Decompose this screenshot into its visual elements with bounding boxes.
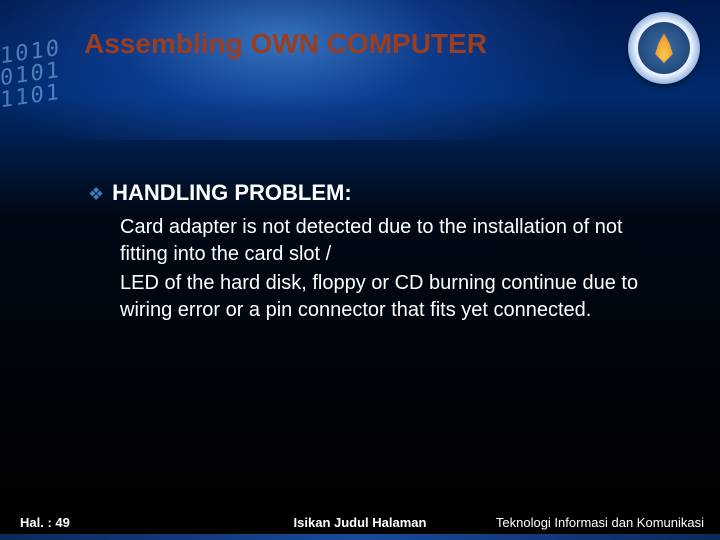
org-logo: [628, 12, 700, 84]
decorative-digits: 1010 0101 1101: [0, 34, 90, 137]
slide: 1010 0101 1101 Assembling OWN COMPUTER ❖…: [0, 0, 720, 540]
footer: Hal. : 49 Isikan Judul Halaman Teknologi…: [0, 506, 720, 540]
header-glow: [0, 0, 720, 140]
footer-right-text: Teknologi Informasi dan Komunikasi: [496, 515, 704, 530]
flame-icon: [653, 33, 675, 63]
bullet-row: ❖ HANDLING PROBLEM:: [88, 180, 670, 208]
body-paragraph-2: LED of the hard disk, floppy or CD burni…: [120, 270, 670, 324]
section-heading: HANDLING PROBLEM:: [112, 180, 352, 206]
slide-title: Assembling OWN COMPUTER: [84, 28, 487, 60]
footer-strip: [0, 534, 720, 540]
body-paragraph-1: Card adapter is not detected due to the …: [120, 214, 670, 268]
content-area: ❖ HANDLING PROBLEM: Card adapter is not …: [88, 180, 670, 324]
diamond-bullet-icon: ❖: [88, 180, 104, 208]
logo-inner: [638, 22, 690, 74]
